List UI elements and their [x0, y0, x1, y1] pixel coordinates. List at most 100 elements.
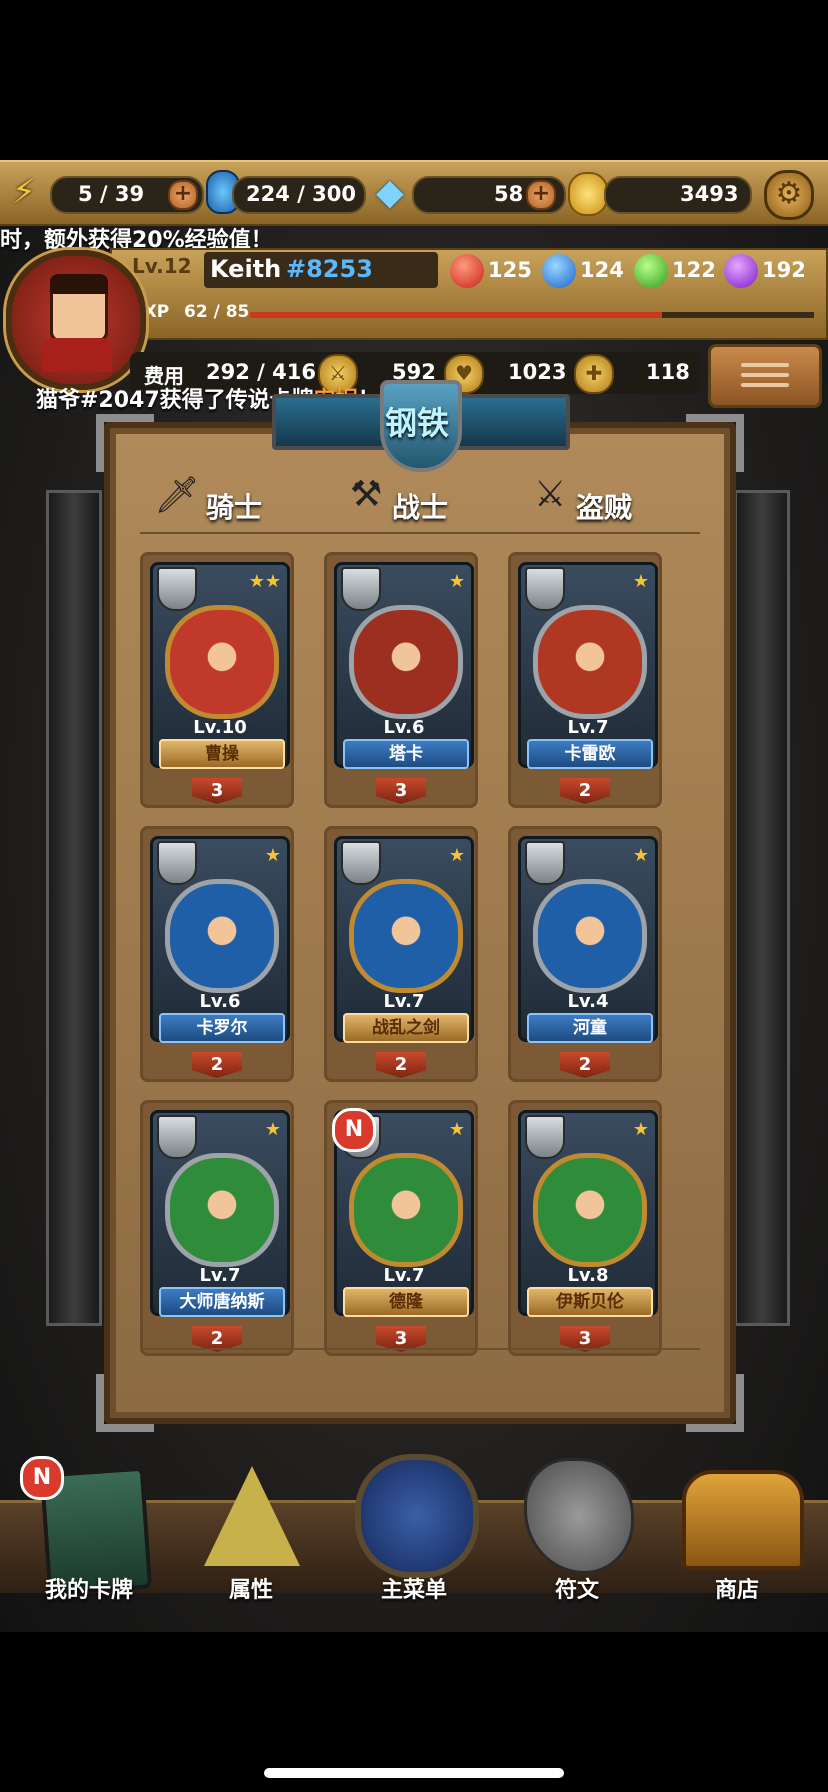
sword-icon: 🗡 — [154, 475, 200, 516]
health-value: 1023 — [508, 360, 567, 384]
class-weapon-icon — [157, 841, 197, 885]
card-level: Lv.7 — [567, 717, 609, 738]
potion-value: 224 / 300 — [246, 182, 356, 206]
new-badge: N — [332, 1108, 376, 1152]
add-energy-button[interactable]: + — [168, 180, 198, 210]
right-pillar — [734, 490, 790, 1326]
card-slot[interactable]: ★ Lv.7 卡雷欧 2 — [508, 552, 662, 808]
cost-value: 292 / 416 — [206, 360, 316, 384]
player-level: Lv.12 — [132, 254, 192, 278]
exp-fill — [250, 312, 662, 318]
diamond-icon: ◆ — [376, 172, 404, 213]
home-indicator[interactable] — [264, 1768, 564, 1778]
column-rogue: 盗贼 — [576, 491, 633, 524]
nav-shop[interactable]: 商店 — [662, 1456, 812, 1616]
card-slot[interactable]: ★ Lv.7 战乱之剑 2 — [324, 826, 478, 1082]
star-rating-icon: ★ — [264, 845, 281, 866]
card-name: 战乱之剑 — [343, 1013, 469, 1043]
hero-portrait — [533, 605, 647, 719]
game-screen: ⚡ 5 / 39 + 224 / 300 ◆ 58 + 3493 ⚙ 时，额外获… — [0, 160, 828, 1632]
card-cost: 2 — [560, 778, 610, 804]
nav-my-cards[interactable]: N 我的卡牌 — [14, 1456, 164, 1616]
column-warrior: 战士 — [392, 491, 449, 524]
exp-bar: EXP 62 / 85 — [132, 298, 818, 328]
potion-pill: 224 / 300 — [232, 176, 366, 214]
emblem-icon — [355, 1454, 479, 1578]
player-avatar[interactable] — [6, 250, 146, 390]
hero-card[interactable]: ★ Lv.7 卡雷欧 — [518, 562, 658, 769]
green-gem-icon — [634, 254, 668, 288]
hero-card[interactable]: ★ Lv.7 战乱之剑 — [334, 836, 474, 1043]
resource-bar: ⚡ 5 / 39 + 224 / 300 ◆ 58 + 3493 ⚙ — [0, 160, 828, 226]
hero-card[interactable]: ★ Lv.6 塔卡 — [334, 562, 474, 769]
purple-gem-value: 192 — [762, 258, 806, 282]
rune-stone-icon — [524, 1458, 634, 1574]
card-slot[interactable]: ★ Lv.7 大师唐纳斯 2 — [140, 1100, 294, 1356]
card-name: 卡雷欧 — [527, 739, 653, 769]
corner-ornament — [686, 1374, 744, 1432]
class-weapon-icon — [525, 841, 565, 885]
gold-coin-icon — [568, 172, 608, 216]
card-level: Lv.7 — [383, 991, 425, 1012]
deck-title: 钢铁 — [384, 404, 449, 442]
card-slot[interactable]: ★ Lv.6 卡罗尔 2 — [140, 826, 294, 1082]
hamburger-menu-button[interactable] — [708, 344, 822, 408]
card-name: 曹操 — [159, 739, 285, 769]
hero-portrait — [349, 605, 463, 719]
nav-label: 我的卡牌 — [44, 1578, 133, 1603]
hero-portrait — [533, 1153, 647, 1267]
card-name: 德隆 — [343, 1287, 469, 1317]
hero-card[interactable]: ★ Lv.7 大师唐纳斯 — [150, 1110, 290, 1317]
settings-gear-button[interactable]: ⚙ — [764, 170, 814, 220]
avatar-body — [42, 338, 112, 372]
purple-gem-icon — [724, 254, 758, 288]
heal-cross-icon: ✚ — [574, 354, 614, 394]
pyramid-icon — [204, 1466, 300, 1566]
card-name: 卡罗尔 — [159, 1013, 285, 1043]
avatar-hair — [50, 274, 108, 294]
card-name: 河童 — [527, 1013, 653, 1043]
gold-pill: 3493 — [604, 176, 752, 214]
hero-portrait — [165, 879, 279, 993]
nav-attributes[interactable]: 属性 — [176, 1456, 326, 1616]
class-weapon-icon — [341, 567, 381, 611]
hero-card[interactable]: ★ Lv.8 伊斯贝伦 — [518, 1110, 658, 1317]
add-diamonds-button[interactable]: + — [526, 180, 556, 210]
diamond-value: 58 — [494, 182, 524, 206]
hero-portrait — [349, 879, 463, 993]
corner-ornament — [686, 414, 744, 472]
card-slot[interactable]: ★ Lv.8 伊斯贝伦 3 — [508, 1100, 662, 1356]
gold-value: 3493 — [680, 182, 739, 206]
hero-card[interactable]: ★ Lv.4 河童 — [518, 836, 658, 1043]
deck-board: 钢铁 🗡 骑士 ⚒ 战士 ⚔ 盗贼 ★★ Lv.10 曹操 3 ★ Lv.6 塔卡 3 ★ Lv.… — [96, 380, 744, 1432]
treasure-chest-icon — [682, 1470, 804, 1570]
card-slot[interactable]: ★ Lv.7 德隆 3 N — [324, 1100, 478, 1356]
card-level: Lv.4 — [567, 991, 609, 1012]
card-cost: 3 — [376, 778, 426, 804]
hero-card[interactable]: ★ Lv.6 卡罗尔 — [150, 836, 290, 1043]
nav-label: 商店 — [714, 1578, 759, 1603]
corner-ornament — [96, 1374, 154, 1432]
card-slot[interactable]: ★ Lv.4 河童 2 — [508, 826, 662, 1082]
card-level: Lv.8 — [567, 1265, 609, 1286]
star-rating-icon: ★★ — [248, 571, 281, 592]
nav-label: 主菜单 — [380, 1578, 447, 1603]
green-gem-value: 122 — [672, 258, 716, 282]
card-level: Lv.10 — [193, 717, 247, 738]
profile-bar: Lv.12 Keith #8253 EXP 62 / 85 125 124 12… — [110, 248, 828, 340]
star-rating-icon: ★ — [632, 571, 649, 592]
class-weapon-icon — [341, 841, 381, 885]
hero-card[interactable]: ★★ Lv.10 曹操 — [150, 562, 290, 769]
card-cost: 2 — [560, 1052, 610, 1078]
blue-gem-value: 124 — [580, 258, 624, 282]
player-name-box: Keith #8253 — [204, 252, 438, 288]
card-slot[interactable]: ★ Lv.6 塔卡 3 — [324, 552, 478, 808]
nav-runes[interactable]: 符文 — [502, 1456, 652, 1616]
class-weapon-icon — [525, 1115, 565, 1159]
class-weapon-icon — [157, 1115, 197, 1159]
nav-main-menu[interactable]: 主菜单 — [339, 1454, 489, 1616]
axe-icon: ⚒ — [350, 474, 383, 515]
bottom-nav: N 我的卡牌 属性 主菜单 符文 商店 — [0, 1454, 828, 1632]
card-slot[interactable]: ★★ Lv.10 曹操 3 — [140, 552, 294, 808]
card-level: Lv.7 — [199, 1265, 241, 1286]
